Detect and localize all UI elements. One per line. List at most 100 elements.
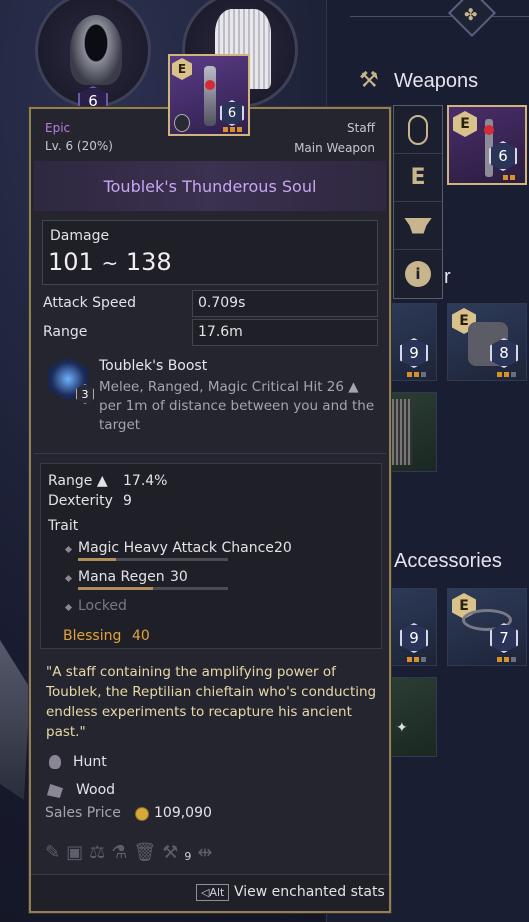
weapon-slot-tile[interactable]: E 6 [447, 105, 527, 185]
mouse-icon [408, 114, 428, 145]
coin-icon [135, 807, 149, 821]
range-label: Range [43, 324, 88, 340]
damage-label: Damage [50, 228, 110, 244]
alt-key-label: Alt [209, 886, 225, 899]
item-level: Lv. 6 (20%) [45, 139, 113, 153]
accessories-section-title: Accessories [394, 550, 502, 572]
extra-stat-dex-label: Dexterity [48, 493, 113, 509]
hovered-item-card[interactable]: E 6 [168, 54, 250, 136]
trait-label: Trait [48, 518, 79, 534]
acquisition-text: Hunt [73, 754, 107, 770]
hood-icon [70, 15, 122, 85]
pendant-icon: ✦ [396, 720, 408, 736]
weapon-enchant-dots [503, 175, 515, 180]
armor-tile-1-level: 9 [400, 338, 428, 368]
material-text: Wood [76, 782, 116, 798]
item-type: Staff [347, 121, 375, 135]
sales-price-value: 109,090 [154, 805, 212, 821]
extra-stat-dex-value: 9 [123, 493, 132, 509]
scale-icon: ⚖ [89, 842, 106, 863]
boost-title: Toublek's Boost [99, 358, 208, 374]
range-value: 17.6m [198, 324, 243, 340]
trait-bullet-1 [64, 545, 73, 554]
accessory-tile-2[interactable]: E 7 [447, 588, 527, 666]
attack-speed-value: 0.709s [198, 295, 246, 311]
enchant-badge: E [453, 111, 477, 137]
accessory-tile-2-dots [497, 657, 516, 662]
item-restriction-icons: ✎ ▣ ⚖ ⚗ 🗑 ⚒ 9 ⇹ [45, 842, 212, 863]
trait-2-name: Mana Regen [78, 569, 165, 585]
info-icon: i [405, 261, 431, 287]
flower-icon: ✤ [464, 5, 478, 24]
accessory-tile-1-level: 9 [400, 623, 428, 653]
item-slot: Main Weapon [294, 141, 375, 155]
cloak-icon [392, 399, 412, 465]
trait-1-name: Magic Heavy Attack Chance [78, 540, 274, 556]
view-enchanted-stats-hint: View enchanted stats [234, 884, 385, 900]
damage-max: 138 [125, 248, 172, 276]
trait-panel: Range ▲ 17.4% Dexterity 9 Trait Magic He… [40, 463, 382, 649]
item-action-menu: E i [393, 105, 443, 299]
trait-bullet-2 [64, 574, 73, 583]
tooltip-footer: ◁Alt View enchanted stats [31, 874, 389, 911]
damage-min: 101 [48, 248, 94, 276]
armor-tile-1-dots [407, 372, 426, 377]
trait-2-bar [78, 587, 228, 590]
trait-bullet-3 [64, 603, 73, 612]
hovered-item-dots [223, 127, 242, 132]
dismantle-count: 9 [184, 850, 192, 863]
trait-1-value: 20 [274, 540, 292, 556]
trash-icon: 🗑 [133, 842, 157, 863]
trade-icon: ✎ [45, 842, 61, 863]
material-icon [47, 784, 63, 798]
armor-tile-2-dots [497, 372, 516, 377]
item-rarity: Epic [45, 121, 71, 135]
enchant-e-icon: E [410, 165, 426, 190]
trait-1-bar-fill [78, 558, 116, 561]
item-name-banner: Toublek's Thunderous Soul [34, 161, 386, 211]
alt-key-hint: ◁Alt [196, 884, 230, 901]
trait-3-locked: Locked [78, 598, 127, 614]
trait-2-bar-fill [78, 587, 153, 590]
storage-icon: ▣ [66, 842, 84, 863]
trait-1-bar [78, 558, 228, 561]
attack-speed-box: 0.709s [192, 290, 378, 317]
blessing-value: 40 [132, 628, 150, 644]
extra-stat-range-label: Range ▲ [48, 473, 108, 489]
anvil-small-icon: ⚒ [162, 842, 179, 863]
armor-tile-2[interactable]: E 8 [447, 303, 527, 381]
hovered-item-level: 6 [220, 100, 244, 126]
damage-value: 101 ~ 138 [48, 248, 172, 276]
info-button[interactable]: i [394, 250, 442, 298]
staff-gem-icon [484, 125, 494, 135]
sales-price-label: Sales Price [45, 805, 121, 821]
divider [34, 453, 386, 454]
weapon-level-badge: 6 [489, 141, 517, 171]
enchant-button[interactable]: E [394, 154, 442, 202]
item-lore-quote: "A staff containing the amplifying power… [46, 664, 377, 740]
range-box: 17.6m [192, 319, 378, 346]
weapons-section-title: Weapons [394, 70, 479, 92]
hovered-item-staff-icon [204, 66, 216, 126]
transfer-icon: ⇹ [197, 842, 213, 863]
extra-stat-range-value: 17.4% [123, 473, 168, 489]
anvil-button[interactable] [394, 202, 442, 250]
weapons-icon: ⚒ [359, 68, 379, 93]
hovered-item-enchant-badge: E [172, 58, 192, 80]
accessory-tile-1-dots [407, 657, 426, 662]
armor-section-title: r [444, 266, 451, 288]
item-tooltip: Epic Lv. 6 (20%) Staff Main Weapon Toubl… [29, 107, 391, 913]
attack-speed-label: Attack Speed [43, 295, 137, 311]
lock-icon [174, 114, 190, 132]
blessing-label: Blessing [63, 628, 122, 644]
trait-2-value: 30 [170, 569, 188, 585]
hovered-item-gem-icon [205, 80, 215, 90]
damage-separator: ~ [101, 251, 119, 275]
mouse-button[interactable] [394, 106, 442, 154]
item-name: Toublek's Thunderous Soul [103, 176, 317, 196]
anvil-icon [404, 217, 432, 234]
boost-description: Melee, Ranged, Magic Critical Hit 26 ▲ p… [99, 379, 375, 433]
damage-box: Damage 101 ~ 138 [42, 220, 378, 285]
flask-icon: ⚗ [111, 842, 128, 863]
panel-header-bar [350, 0, 529, 40]
